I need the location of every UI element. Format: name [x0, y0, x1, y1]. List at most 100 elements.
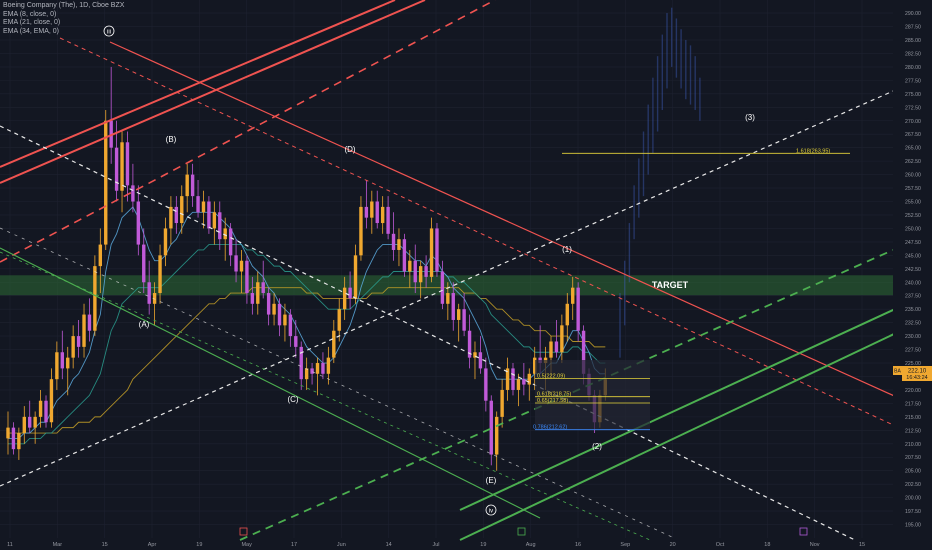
- candle-body: [516, 379, 521, 390]
- candle-body: [55, 352, 59, 380]
- candle-body: [185, 174, 189, 197]
- symbol-title: Boeing Company (The), 1D, Cboe BZX: [3, 2, 125, 9]
- x-tick-label: 19: [480, 542, 486, 548]
- y-tick-label: 242.50: [905, 267, 921, 273]
- candle-body: [180, 196, 184, 224]
- wave-label-d: (D): [344, 145, 355, 154]
- candle-body: [239, 260, 244, 272]
- candle-body: [256, 282, 260, 304]
- y-tick-label: 205.00: [905, 469, 921, 475]
- candle-body: [429, 228, 434, 277]
- candle-body: [359, 206, 363, 256]
- y-axis: 195.00 197.50 200.00 202.50 205.00 207.50 210.…: [893, 0, 932, 550]
- y-tick-label: 217.50: [905, 401, 921, 407]
- fib-label: 0.65(217.58): [537, 398, 568, 404]
- candle-body: [6, 427, 10, 439]
- y-tick-label: 202.50: [905, 482, 921, 488]
- y-tick-label: 287.50: [905, 25, 921, 31]
- wave-label-c: (C): [287, 395, 298, 404]
- fib-label: 0.618(218.75): [537, 392, 571, 398]
- y-tick-label: 262.50: [905, 159, 921, 165]
- x-tick-label: 20: [670, 542, 676, 548]
- candle-body: [277, 303, 282, 326]
- candle-body: [104, 120, 108, 245]
- wave-label-3: (3): [745, 113, 755, 122]
- candle-body: [87, 314, 92, 331]
- candle-body: [131, 185, 135, 202]
- y-tick-label: 207.50: [905, 455, 921, 461]
- candle-body: [136, 201, 141, 245]
- candle-body: [196, 196, 200, 213]
- x-tick-label: May: [241, 542, 252, 548]
- y-tick-label: 237.50: [905, 294, 921, 300]
- x-tick-label: Mar: [53, 542, 63, 548]
- x-tick-label: 18: [764, 542, 770, 548]
- candle-body: [174, 206, 179, 224]
- candle-body: [294, 336, 298, 347]
- chart-background: [0, 0, 932, 550]
- candle-body: [245, 260, 249, 294]
- candle-body: [98, 244, 103, 267]
- indicator-ema-34[interactable]: EMA (34, EMA, 0): [3, 28, 124, 37]
- candle: [402, 233, 407, 277]
- candle-body: [402, 239, 407, 272]
- candle-body: [413, 260, 417, 283]
- y-tick-label: 260.00: [905, 173, 921, 179]
- candle-body: [554, 341, 559, 353]
- y-tick-label: 240.00: [905, 280, 921, 286]
- candle-body: [326, 357, 331, 374]
- candle-body: [342, 287, 347, 310]
- candle-body: [571, 287, 575, 304]
- candle-body: [456, 309, 461, 320]
- candle-body: [418, 266, 423, 283]
- x-tick-label: Oct: [716, 542, 725, 548]
- candle-body: [337, 309, 341, 331]
- candle-body: [44, 400, 48, 423]
- x-tick-label: Nov: [810, 542, 820, 548]
- candle-body: [212, 212, 217, 229]
- wave-label-e: (E): [486, 476, 497, 485]
- x-tick-label: 16: [575, 542, 581, 548]
- candle-body: [190, 174, 195, 197]
- candle-body: [169, 206, 173, 229]
- y-tick-label: 275.00: [905, 92, 921, 98]
- wave-label-b: (B): [166, 135, 177, 144]
- y-tick-label: 210.00: [905, 442, 921, 448]
- candle-body: [304, 368, 309, 380]
- candle-body: [71, 336, 75, 358]
- y-tick-label: 280.00: [905, 65, 921, 71]
- candle-body: [17, 433, 21, 450]
- price-chart[interactable]: TARGET 0.5(222.09) 0.618(218.75) 0.65(21…: [0, 0, 932, 550]
- candle-body: [11, 427, 16, 450]
- candle-body: [451, 293, 455, 320]
- x-tick-label: 19: [196, 542, 202, 548]
- y-tick-label: 265.00: [905, 146, 921, 152]
- indicator-ema-21[interactable]: EMA (21, close, 0): [3, 19, 124, 28]
- y-tick-label: 212.50: [905, 428, 921, 434]
- candle-body: [489, 400, 493, 455]
- candle-body: [495, 416, 499, 455]
- candle-body: [391, 233, 396, 250]
- y-tick-label: 257.50: [905, 186, 921, 192]
- candle-body: [484, 368, 488, 401]
- y-tick-label: 230.00: [905, 334, 921, 340]
- x-tick-label: 17: [291, 542, 297, 548]
- candle-body: [446, 293, 450, 304]
- candle-body: [321, 363, 325, 374]
- x-tick-label: Sep: [620, 542, 630, 548]
- current-price: 222.10: [908, 369, 927, 375]
- candle-body: [158, 255, 162, 294]
- candle-body: [370, 201, 374, 218]
- candle-body: [435, 228, 439, 272]
- indicator-ema-8[interactable]: EMA (8, close, 0): [3, 11, 124, 20]
- candle-body: [380, 206, 385, 224]
- wave-label-a: (A): [139, 320, 150, 329]
- candle-body: [228, 228, 233, 256]
- y-tick-label: 282.50: [905, 51, 921, 57]
- candle-body: [500, 389, 504, 417]
- candle-body: [38, 400, 43, 417]
- candle-body: [283, 314, 287, 326]
- candle-body: [66, 357, 70, 369]
- candle-body: [478, 352, 483, 369]
- candle-body: [142, 244, 146, 283]
